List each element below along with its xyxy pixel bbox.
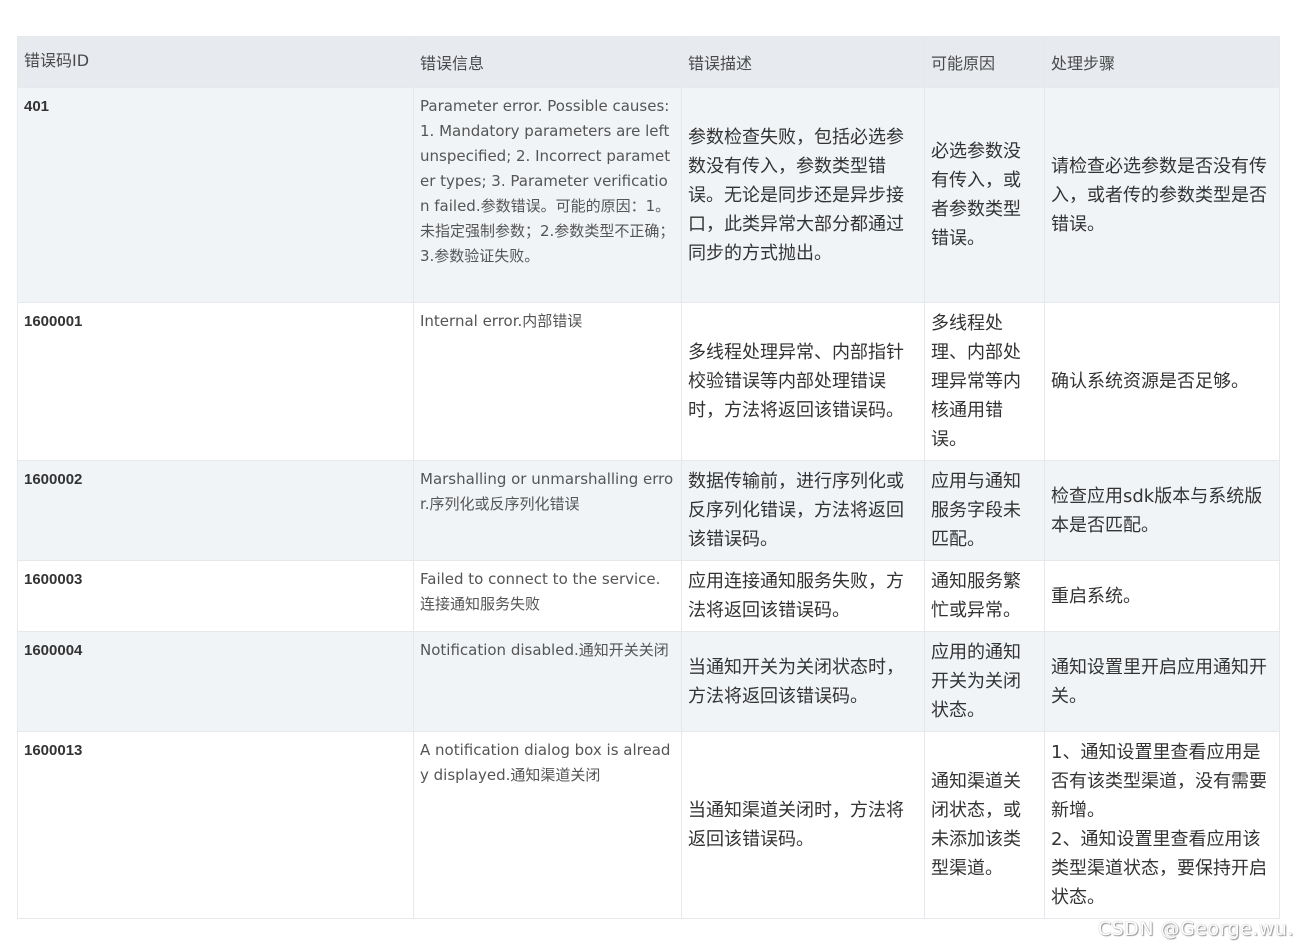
error-steps-cell: 检查应用sdk版本与系统版本是否匹配。: [1044, 460, 1280, 561]
error-cause-cell: 应用的通知开关为关闭状态。: [924, 631, 1045, 732]
error-code-cell: 1600013: [17, 731, 414, 919]
error-cause-cell: 通知服务繁忙或异常。: [924, 560, 1045, 632]
error-cause-cell: 应用与通知服务字段未匹配。: [924, 460, 1045, 561]
watermark: CSDN @George.wu.: [1097, 918, 1294, 940]
error-message-cell: Marshalling or unmarshalling error.序列化或反…: [413, 460, 682, 561]
error-code-cell: 401: [17, 87, 414, 303]
error-message-cell: A notification dialog box is already dis…: [413, 731, 682, 919]
error-message-cell: Notification disabled.通知开关关闭: [413, 631, 682, 732]
step-line: 1、通知设置里查看应用是否有该类型渠道，没有需要新增。: [1051, 742, 1267, 821]
error-description-cell: 当通知渠道关闭时，方法将返回该错误码。: [681, 731, 925, 919]
error-steps-cell: 1、通知设置里查看应用是否有该类型渠道，没有需要新增。 2、通知设置里查看应用该…: [1044, 731, 1280, 919]
header-steps: 处理步骤: [1044, 36, 1280, 88]
header-cause: 可能原因: [924, 36, 1045, 88]
error-description-cell: 当通知开关为关闭状态时，方法将返回该错误码。: [681, 631, 925, 732]
error-description-cell: 多线程处理异常、内部指针校验错误等内部处理错误时，方法将返回该错误码。: [681, 302, 925, 461]
error-code-table: 错误码ID 错误信息 错误描述 可能原因 处理步骤 401 Parameter …: [17, 36, 1280, 919]
header-row: 错误码ID 错误信息 错误描述 可能原因 处理步骤: [17, 36, 1280, 88]
table-row: 1600004 Notification disabled.通知开关关闭 当通知…: [17, 631, 1280, 732]
step-line: 2、通知设置里查看应用该类型渠道状态，要保持开启状态。: [1051, 829, 1267, 908]
error-cause-cell: 必选参数没有传入，或者参数类型错误。: [924, 87, 1045, 303]
table-row: 1600001 Internal error.内部错误 多线程处理异常、内部指针…: [17, 302, 1280, 461]
table-row: 1600003 Failed to connect to the service…: [17, 560, 1280, 632]
table-header: 错误码ID 错误信息 错误描述 可能原因 处理步骤: [17, 36, 1280, 88]
header-message: 错误信息: [413, 36, 682, 88]
error-description-cell: 参数检查失败，包括必选参数没有传入，参数类型错误。无论是同步还是异步接口，此类异…: [681, 87, 925, 303]
table-body: 401 Parameter error. Possible causes: 1.…: [17, 87, 1280, 919]
error-message-cell: Failed to connect to the service.连接通知服务失…: [413, 560, 682, 632]
error-code-cell: 1600002: [17, 460, 414, 561]
error-steps-cell: 通知设置里开启应用通知开关。: [1044, 631, 1280, 732]
error-description-cell: 应用连接通知服务失败，方法将返回该错误码。: [681, 560, 925, 632]
error-description-cell: 数据传输前，进行序列化或反序列化错误，方法将返回该错误码。: [681, 460, 925, 561]
error-message-cell: Internal error.内部错误: [413, 302, 682, 461]
header-code: 错误码ID: [17, 36, 414, 88]
error-code-cell: 1600004: [17, 631, 414, 732]
error-cause-cell: 通知渠道关闭状态，或未添加该类型渠道。: [924, 731, 1045, 919]
error-message-cell: Parameter error. Possible causes: 1. Man…: [413, 87, 682, 303]
error-cause-cell: 多线程处理、内部处理异常等内核通用错误。: [924, 302, 1045, 461]
table-row: 401 Parameter error. Possible causes: 1.…: [17, 87, 1280, 303]
error-steps-cell: 重启系统。: [1044, 560, 1280, 632]
error-steps-cell: 确认系统资源是否足够。: [1044, 302, 1280, 461]
error-code-cell: 1600003: [17, 560, 414, 632]
table-row: 1600002 Marshalling or unmarshalling err…: [17, 460, 1280, 561]
header-description: 错误描述: [681, 36, 925, 88]
error-steps-cell: 请检查必选参数是否没有传入，或者传的参数类型是否错误。: [1044, 87, 1280, 303]
error-code-cell: 1600001: [17, 302, 414, 461]
table-row: 1600013 A notification dialog box is alr…: [17, 731, 1280, 919]
